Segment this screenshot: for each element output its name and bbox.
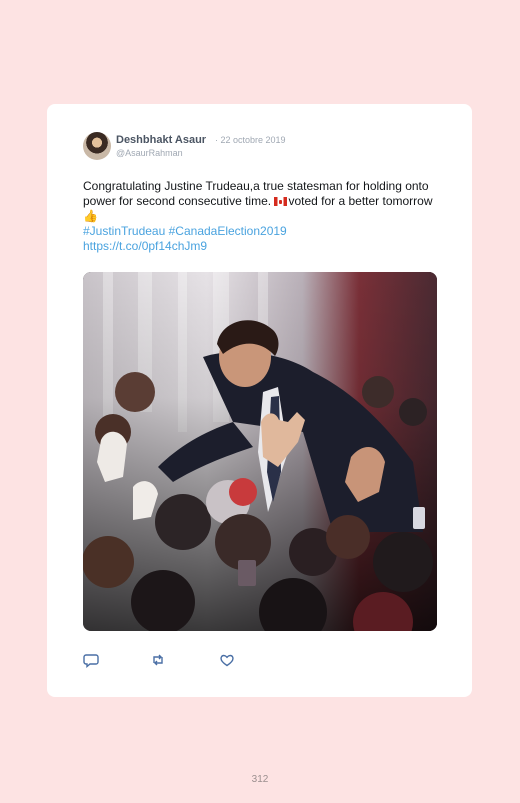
thumbs-up-icon: 👍 [83,209,98,223]
crowd-photo-image [83,272,437,631]
author-handle[interactable]: @AsaurRahman [116,148,183,158]
avatar[interactable] [83,132,111,160]
heart-icon[interactable] [219,652,235,668]
tweet-url-link[interactable]: https://t.co/0pf14chJm9 [83,239,207,253]
tweet-photo[interactable] [83,272,437,631]
tweet-actions [83,652,263,668]
canada-flag-icon [274,197,288,206]
tweet-card: Deshbhakt Asaur · 22 octobre 2019 @Asaur… [47,104,472,697]
hashtag-link[interactable]: #JustinTrudeau [83,224,165,238]
tweet-date[interactable]: · 22 octobre 2019 [215,135,286,145]
retweet-icon[interactable] [150,652,166,668]
reply-icon[interactable] [83,652,99,668]
hashtag-link[interactable]: #CanadaElection2019 [169,224,287,238]
tweet-text-part2: voted for a better tomorrow [288,194,433,208]
page-number: 312 [251,774,269,785]
author-name[interactable]: Deshbhakt Asaur [116,134,206,146]
tweet-text: Congratulating Justine Trudeau,a true st… [83,179,443,254]
